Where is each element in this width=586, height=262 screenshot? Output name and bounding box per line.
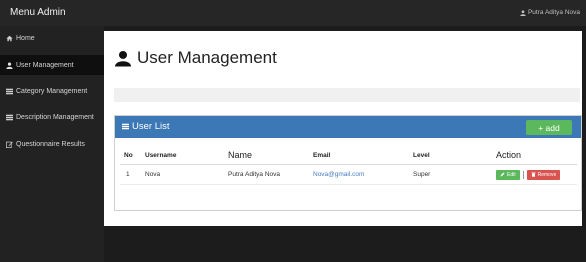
edit-button-label: Edit bbox=[507, 171, 516, 178]
user-icon bbox=[115, 50, 131, 66]
edit-icon bbox=[6, 141, 13, 148]
pencil-icon bbox=[500, 172, 505, 177]
panel-title: User List bbox=[122, 121, 169, 132]
user-icon bbox=[6, 61, 13, 69]
cell-name: Putra Aditya Nova bbox=[228, 171, 281, 178]
page-title-text: User Management bbox=[137, 48, 277, 67]
top-navbar: Menu Admin Putra Aditya Nova bbox=[0, 0, 586, 26]
list-icon bbox=[6, 114, 13, 120]
column-header-no: No bbox=[124, 151, 133, 159]
panel-title-text: User List bbox=[132, 121, 170, 132]
sidebar-item-questionnaire-results[interactable]: Questionnaire Results bbox=[0, 134, 104, 154]
column-header-email: Email bbox=[313, 151, 331, 159]
panel-header: User List + add bbox=[115, 116, 581, 138]
cell-no: 1 bbox=[126, 171, 130, 178]
sidebar-item-label: Category Management bbox=[16, 87, 88, 95]
sidebar-item-category-management[interactable]: Category Management bbox=[0, 81, 104, 101]
sidebar-item-user-management[interactable]: User Management bbox=[0, 55, 104, 75]
remove-button-label: Remove bbox=[537, 171, 557, 178]
add-user-button[interactable]: + add bbox=[526, 120, 572, 135]
sidebar-item-label: User Management bbox=[16, 61, 74, 69]
table-header-row: No Username Name Email Level Action bbox=[120, 146, 577, 165]
remove-button[interactable]: Remove bbox=[526, 169, 561, 180]
sidebar-item-label: Description Management bbox=[16, 113, 94, 121]
user-list-panel: User List + add No Username Name Email L… bbox=[114, 115, 582, 211]
home-icon bbox=[6, 35, 13, 41]
sidebar-item-description-management[interactable]: Description Management bbox=[0, 107, 104, 127]
main-content: User Management User List + add No Usern… bbox=[104, 31, 582, 226]
cell-username: Nova bbox=[145, 171, 161, 178]
column-header-level: Level bbox=[413, 151, 430, 159]
page-title: User Management bbox=[115, 48, 277, 68]
list-icon bbox=[6, 88, 13, 94]
sidebar-item-home[interactable]: Home bbox=[0, 28, 104, 48]
sidebar: Home User Management Category Management… bbox=[0, 26, 104, 262]
cell-email[interactable]: Nova@gmail.com bbox=[313, 165, 364, 184]
brand-title[interactable]: Menu Admin bbox=[10, 7, 66, 18]
trash-icon bbox=[531, 172, 536, 177]
edit-button[interactable]: Edit bbox=[496, 169, 520, 180]
cell-level: Super bbox=[413, 171, 431, 178]
list-icon bbox=[122, 123, 129, 130]
user-name: Putra Aditya Nova bbox=[527, 9, 580, 16]
breadcrumb bbox=[114, 88, 580, 102]
column-header-username: Username bbox=[145, 151, 177, 159]
action-separator bbox=[522, 170, 524, 179]
user-table: No Username Name Email Level Action 1 No… bbox=[120, 146, 577, 185]
column-header-name: Name bbox=[228, 150, 253, 160]
sidebar-item-label: Questionnaire Results bbox=[16, 140, 85, 148]
column-header-action: Action bbox=[496, 150, 522, 160]
cell-action: Edit Remove bbox=[496, 165, 561, 184]
user-icon bbox=[520, 9, 526, 16]
user-menu[interactable]: Putra Aditya Nova bbox=[520, 9, 580, 16]
table-row: 1 Nova Putra Aditya Nova Nova@gmail.com … bbox=[120, 165, 577, 185]
sidebar-item-label: Home bbox=[16, 34, 35, 42]
